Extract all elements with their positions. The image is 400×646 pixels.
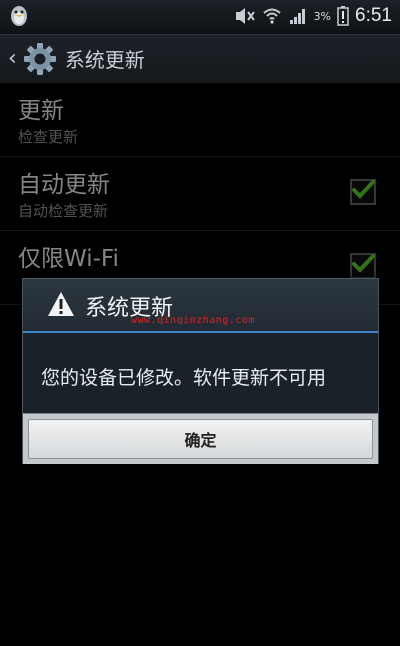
- settings-gear-icon[interactable]: [23, 42, 57, 76]
- dialog-header: 系统更新 www.qinqinzhang.com: [23, 279, 378, 333]
- battery-alert-icon: [337, 6, 349, 26]
- watermark-text: www.qinqinzhang.com: [131, 315, 255, 326]
- mute-icon: [235, 8, 255, 24]
- dialog-footer: 确定: [23, 413, 378, 464]
- status-bar: 3% 6:51: [0, 0, 400, 35]
- battery-percent: 3%: [313, 9, 332, 23]
- warning-icon: [48, 292, 74, 316]
- notification-area: [8, 4, 30, 32]
- dialog-message: 您的设备已修改。软件更新不可用: [41, 367, 327, 389]
- qq-penguin-icon: [11, 6, 27, 26]
- dialog-body: 您的设备已修改。软件更新不可用: [23, 333, 378, 413]
- ok-button[interactable]: 确定: [28, 419, 373, 459]
- action-bar: ‹ 系统更新: [0, 35, 400, 83]
- system-update-dialog: 系统更新 www.qinqinzhang.com 您的设备已修改。软件更新不可用…: [22, 278, 379, 464]
- back-icon[interactable]: ‹: [8, 47, 17, 70]
- status-icons: 3% 6:51: [234, 5, 392, 27]
- page-title: 系统更新: [64, 48, 145, 72]
- wifi-icon: [262, 8, 281, 24]
- signal-icon: [289, 9, 305, 24]
- clock: 6:51: [355, 5, 392, 26]
